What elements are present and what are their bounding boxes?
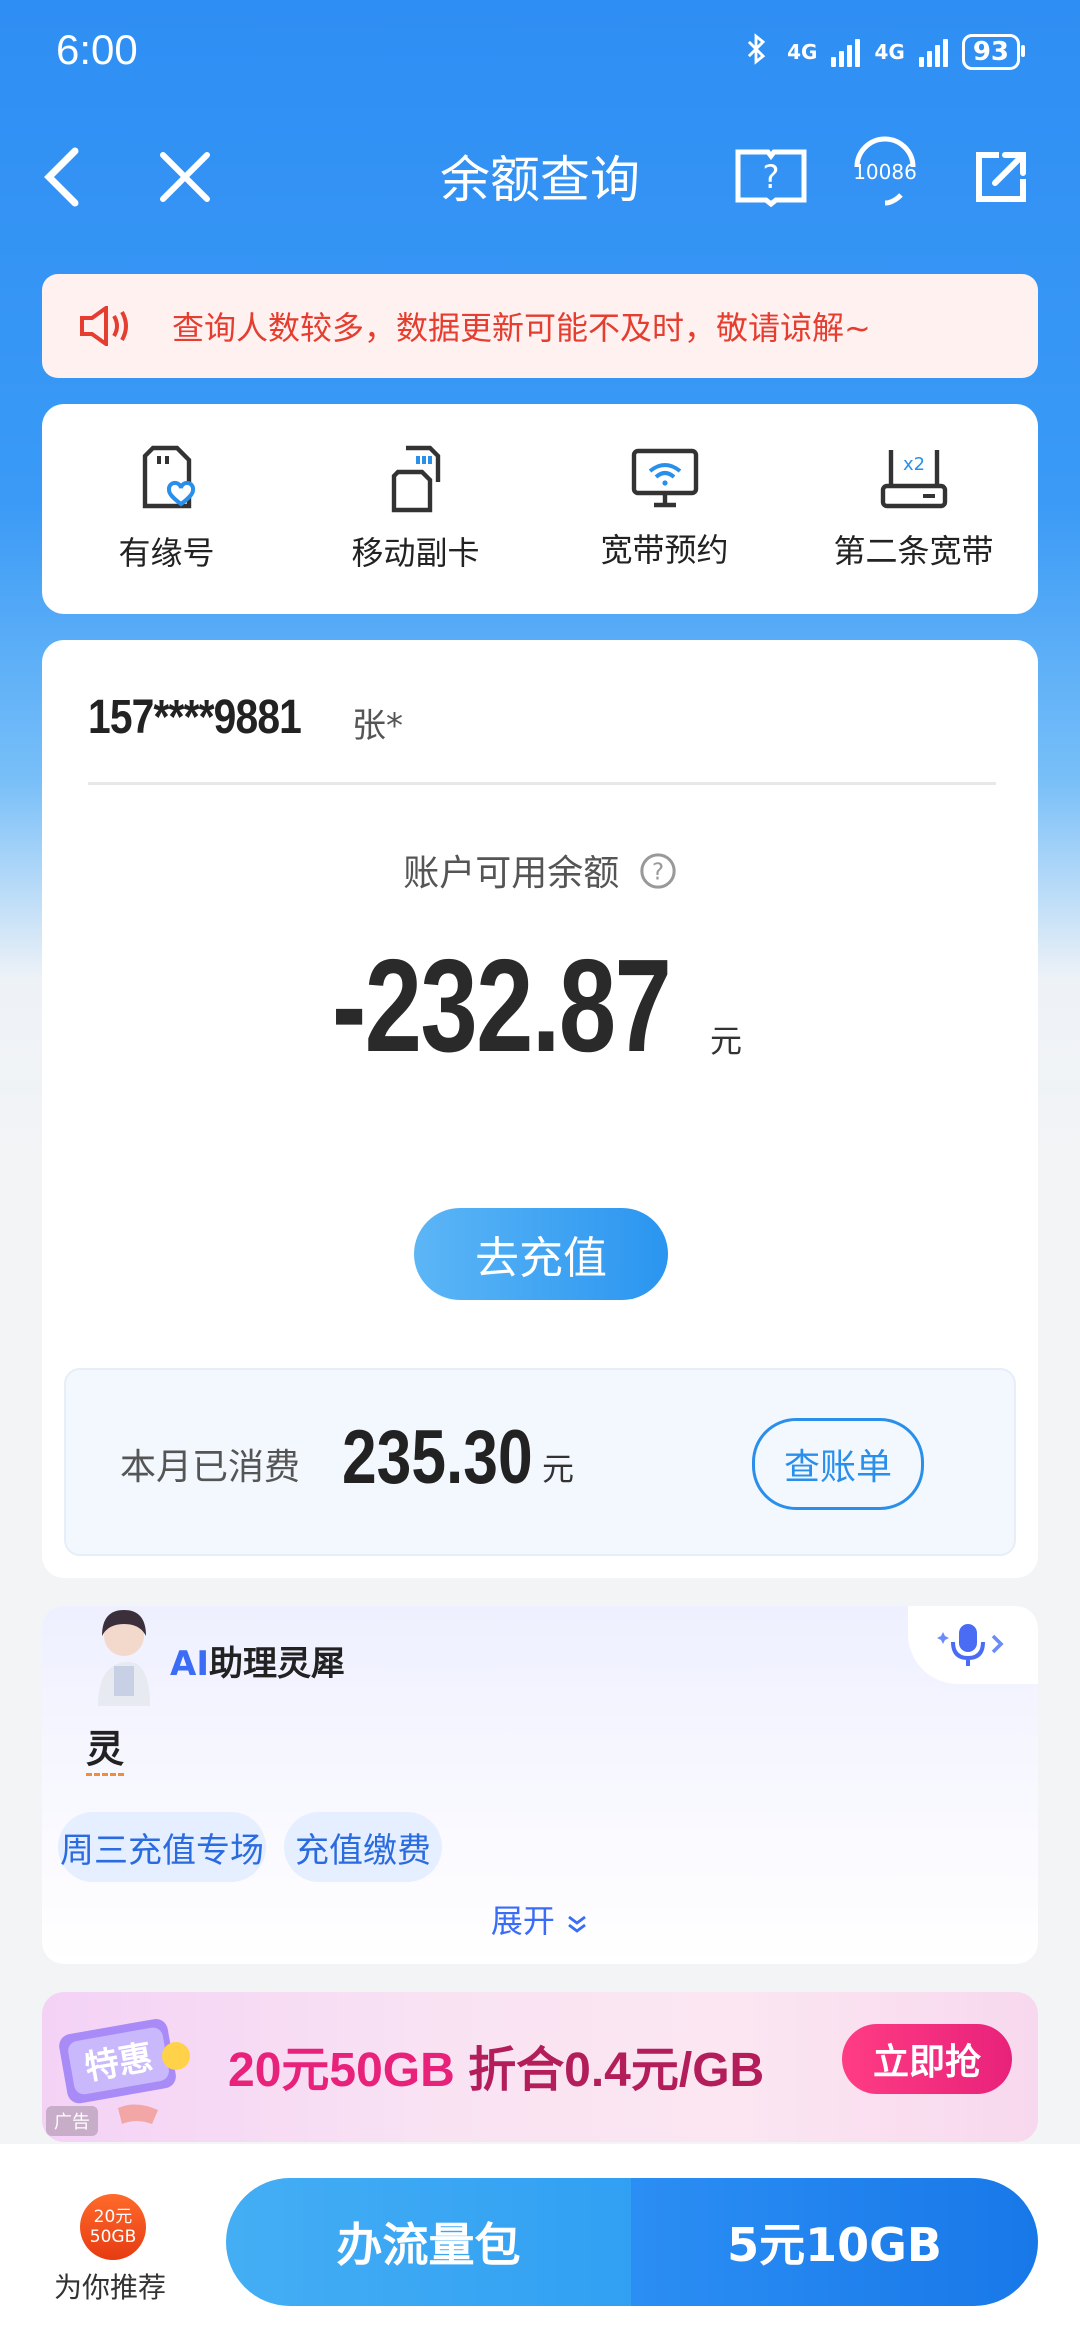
spent-value: 235.30: [342, 1415, 533, 1500]
buy-data-pack-button[interactable]: 办流量包: [226, 2178, 631, 2306]
svg-text:?: ?: [652, 859, 664, 885]
sim-heart-icon: [142, 445, 195, 509]
router-x2-icon: x2: [880, 450, 947, 509]
badge-line1: 20元: [93, 2207, 133, 2227]
expand-button[interactable]: 展开: [42, 1896, 1038, 1942]
svg-text:?: ?: [763, 158, 780, 196]
status-icons: 4G 4G 93: [739, 32, 1026, 72]
help-circle-icon[interactable]: ?: [639, 852, 677, 899]
help-button[interactable]: ?: [726, 132, 816, 222]
shortcut-label: 第二条宽带: [833, 532, 994, 570]
shortcut-second-broadband[interactable]: x2 第二条宽带: [789, 404, 1038, 614]
divider: [88, 782, 996, 785]
network-4g-label: 4G: [787, 40, 818, 64]
promo-banner[interactable]: 特惠 20元50GB 折合0.4元/GB 立即抢 广告: [42, 1992, 1038, 2142]
account-holder: 张*: [352, 706, 403, 746]
badge-line2: 50GB: [89, 2227, 137, 2247]
signal-icon-2: [918, 37, 948, 67]
recommend-label[interactable]: 为你推荐: [54, 2266, 166, 2306]
speaker-icon: [80, 306, 128, 346]
router-badge: x2: [902, 454, 924, 475]
shortcut-sub-card[interactable]: 移动副卡: [291, 404, 540, 614]
expand-label: 展开: [490, 1902, 555, 1940]
view-bill-button[interactable]: 查账单: [752, 1418, 924, 1510]
ad-label: 广告: [46, 2106, 98, 2136]
notice-bar: 查询人数较多，数据更新可能不及时，敬请谅解~: [42, 274, 1038, 378]
balance-label: 账户可用余额: [403, 853, 620, 894]
status-time: 6:00: [56, 26, 138, 73]
balance-card: 157****9881 张* 账户可用余额 ? -232.87 元 去充值 本月…: [42, 640, 1038, 1578]
promo-headline: 20元50GB: [228, 2044, 455, 2097]
shortcut-lucky-number[interactable]: 有缘号: [42, 404, 291, 614]
shortcut-label: 宽带预约: [600, 531, 729, 569]
share-button[interactable]: [956, 132, 1046, 222]
ai-title-prefix: AI: [170, 1644, 209, 1684]
spent-label: 本月已消费: [120, 1447, 301, 1488]
promo-subline: 折合0.4元/GB: [468, 2044, 765, 2097]
customer-service-button[interactable]: 10086: [840, 126, 930, 216]
ai-chip-recharge[interactable]: 充值缴费: [284, 1812, 442, 1882]
battery-icon: 93: [961, 34, 1026, 70]
ai-avatar[interactable]: [84, 1606, 164, 1706]
service-number: 10086: [853, 160, 917, 184]
monthly-spend-box: 本月已消费 235.30 元 查账单: [64, 1368, 1016, 1556]
grab-now-button[interactable]: 立即抢: [842, 2024, 1012, 2094]
help-book-icon: ?: [735, 149, 807, 208]
external-link-icon: [976, 152, 1026, 202]
battery-level: 93: [972, 37, 1009, 67]
sim-card-icon: [391, 445, 440, 513]
shortcut-grid: 有缘号 移动副卡 宽带预约 x2 第二条宽带: [42, 404, 1038, 614]
recommend-badge[interactable]: 20元 50GB: [80, 2194, 146, 2260]
shortcut-broadband-booking[interactable]: 宽带预约: [540, 404, 789, 614]
offer-5yuan-10gb-button[interactable]: 5元10GB: [631, 2178, 1038, 2306]
shortcut-label: 移动副卡: [351, 534, 480, 572]
ai-assistant-card: AI助理灵犀 灵 周三充值专场 充值缴费 展开: [42, 1606, 1038, 1964]
ai-chip-wednesday[interactable]: 周三充值专场: [58, 1812, 266, 1882]
ai-title-suffix: 助理灵犀: [208, 1644, 345, 1684]
bluetooth-icon: [739, 32, 773, 72]
promo-headline-row: 20元50GB 折合0.4元/GB: [228, 2030, 764, 2100]
ai-typing-char: 灵: [86, 1718, 125, 1776]
balance-unit: 元: [710, 1022, 743, 1060]
balance-value: -232.87: [332, 932, 672, 1079]
ai-title: AI助理灵犀: [170, 1636, 345, 1685]
spent-unit: 元: [542, 1450, 575, 1488]
headset-icon: 10086: [853, 136, 917, 206]
shortcut-label: 有缘号: [118, 534, 215, 572]
voice-button[interactable]: [908, 1606, 1038, 1684]
phone-number: 157****9881: [88, 691, 302, 744]
network-4g-label-2: 4G: [874, 40, 905, 64]
microphone-icon: [937, 1624, 1004, 1666]
bottom-bar: 20元 50GB 为你推荐 办流量包 5元10GB: [0, 2144, 1080, 2340]
chevron-down-double-icon: [568, 1915, 586, 1933]
data-package-cta: 办流量包 5元10GB: [226, 2178, 1038, 2306]
balance-label-row: 账户可用余额 ?: [42, 844, 1038, 899]
signal-icon: [831, 37, 861, 67]
notice-text: 查询人数较多，数据更新可能不及时，敬请谅解~: [172, 309, 871, 347]
broadband-monitor-icon: [631, 448, 698, 508]
topup-button[interactable]: 去充值: [414, 1208, 668, 1300]
